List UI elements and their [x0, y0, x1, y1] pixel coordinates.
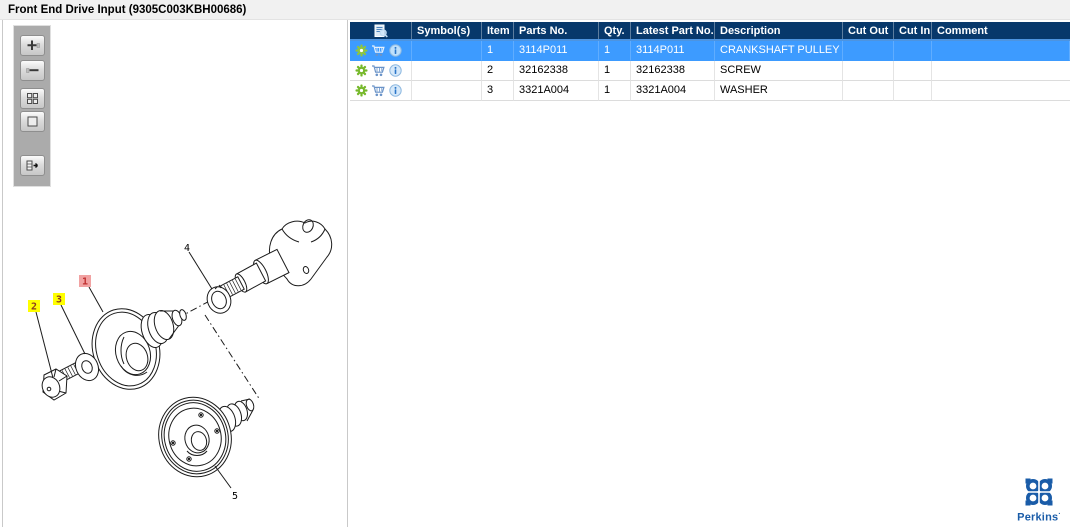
info-icon[interactable] — [388, 84, 402, 98]
symbols-cell — [412, 81, 482, 101]
info-icon[interactable] — [388, 64, 402, 78]
col-header-cut-in[interactable]: Cut In — [894, 22, 932, 39]
svg-text:4: 4 — [184, 243, 190, 254]
part-crankshaft-pulley[interactable] — [82, 300, 188, 398]
callout-3[interactable]: 3 — [53, 293, 65, 306]
latest-part-no-cell: 3321A004 — [631, 81, 715, 101]
comment-cell — [932, 81, 1070, 101]
latest-part-no-cell: 3114P011 — [631, 41, 715, 61]
col-header-comment[interactable]: Comment — [932, 22, 1070, 39]
zoom-in-button[interactable] — [20, 35, 45, 56]
qty-cell: 1 — [599, 61, 631, 81]
table-row[interactable]: 2 32162338 1 32162338 SCREW — [350, 61, 1070, 81]
qty-cell: 1 — [599, 81, 631, 101]
part-shaft-assembly[interactable] — [216, 218, 333, 301]
tile-view-icon — [27, 93, 38, 104]
qty-cell: 1 — [599, 41, 631, 61]
cut-out-cell — [843, 81, 894, 101]
col-header-qty[interactable]: Qty. — [599, 22, 631, 39]
logo-trademark: · — [1058, 511, 1061, 519]
fit-view-icon — [27, 116, 38, 127]
svg-text:5: 5 — [232, 491, 238, 502]
logo-text: Perkins — [1017, 512, 1059, 524]
gear-icon[interactable] — [354, 64, 368, 78]
tile-view-button[interactable] — [20, 88, 45, 109]
report-magnifier-icon[interactable] — [350, 22, 412, 39]
table-row[interactable]: 1 3114P011 1 3114P011 CRANKSHAFT PULLEY — [350, 41, 1070, 61]
zoom-in-icon — [27, 40, 40, 50]
callout-4[interactable]: 4 — [184, 243, 190, 254]
perkins-logo-icon — [1025, 478, 1053, 507]
callout-5[interactable]: 5 — [232, 491, 238, 502]
description-cell: WASHER — [715, 81, 843, 101]
cut-out-cell — [843, 41, 894, 61]
item-cell: 2 — [482, 61, 514, 81]
svg-text:2: 2 — [31, 302, 37, 313]
parts-no-cell: 3114P011 — [514, 41, 599, 61]
diagram-panel: 1 2 3 4 5 — [2, 20, 348, 527]
description-cell: SCREW — [715, 61, 843, 81]
diagram-toolbar — [13, 25, 51, 187]
col-header-description[interactable]: Description — [715, 22, 843, 39]
gear-icon[interactable] — [354, 44, 368, 58]
cut-out-cell — [843, 61, 894, 81]
go-to-list-button[interactable] — [20, 155, 45, 176]
item-cell: 1 — [482, 41, 514, 61]
fit-view-button[interactable] — [20, 111, 45, 132]
gear-icon[interactable] — [354, 84, 368, 98]
col-header-parts-no[interactable]: Parts No. — [514, 22, 599, 39]
exploded-parts-diagram: 1 2 3 4 5 — [28, 218, 333, 502]
info-icon[interactable] — [388, 44, 402, 58]
svg-text:3: 3 — [56, 295, 62, 306]
latest-part-no-cell: 32162338 — [631, 61, 715, 81]
svg-text:1: 1 — [82, 277, 88, 288]
table-row[interactable]: 3 3321A004 1 3321A004 WASHER — [350, 81, 1070, 101]
description-cell: CRANKSHAFT PULLEY — [715, 41, 843, 61]
symbols-cell — [412, 61, 482, 81]
cut-in-cell — [894, 81, 932, 101]
col-header-symbols[interactable]: Symbol(s) — [412, 22, 482, 39]
col-header-item[interactable]: Item — [482, 22, 514, 39]
parts-table-header: Symbol(s) Item Parts No. Qty. Latest Par… — [350, 22, 1070, 41]
parts-no-cell: 32162338 — [514, 61, 599, 81]
callout-1[interactable]: 1 — [79, 275, 91, 288]
cart-icon[interactable] — [371, 44, 385, 58]
zoom-out-icon — [25, 68, 38, 73]
part-lower-pulley[interactable] — [150, 389, 255, 485]
cart-icon[interactable] — [371, 84, 385, 98]
comment-cell — [932, 41, 1070, 61]
parts-table: Symbol(s) Item Parts No. Qty. Latest Par… — [350, 22, 1070, 101]
cut-in-cell — [894, 61, 932, 81]
callout-2[interactable]: 2 — [28, 300, 40, 313]
col-header-latest-part-no[interactable]: Latest Part No. — [631, 22, 715, 39]
cart-icon[interactable] — [371, 64, 385, 78]
go-to-list-icon — [26, 160, 38, 171]
comment-cell — [932, 61, 1070, 81]
symbols-cell — [412, 41, 482, 61]
perkins-logo: Perkins· — [1015, 478, 1063, 524]
parts-no-cell: 3321A004 — [514, 81, 599, 101]
item-cell: 3 — [482, 81, 514, 101]
col-header-cut-out[interactable]: Cut Out — [843, 22, 894, 39]
zoom-out-button[interactable] — [20, 60, 45, 81]
page-title: Front End Drive Input (9305C003KBH00686) — [0, 0, 1070, 20]
cut-in-cell — [894, 41, 932, 61]
